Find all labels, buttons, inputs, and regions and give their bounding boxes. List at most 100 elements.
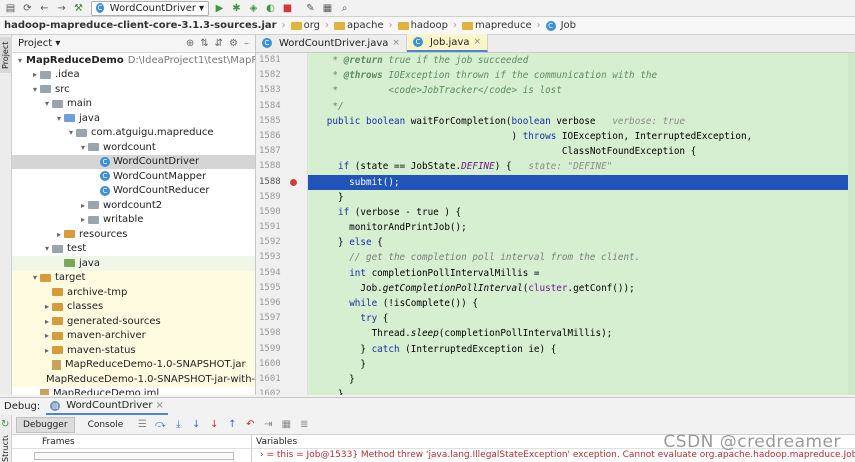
code-line[interactable]: if (verbose - true ) { [308,205,855,220]
tree-item[interactable]: C WordCountDriver [12,154,255,169]
editor-scrollbar[interactable] [848,53,855,395]
chevron-right-icon[interactable]: ▸ [54,230,64,239]
tree-item[interactable]: java [12,256,255,271]
breadcrumb-apache[interactable]: apache [334,20,384,31]
structure-tool-tab[interactable]: Structure [0,435,12,462]
chevron-down-icon[interactable]: ▾ [54,114,64,123]
breadcrumb-jar[interactable]: hadoop-mapreduce-client-core-3.1.3-sourc… [4,20,277,31]
code-line[interactable]: int completionPollIntervalMillis = [308,266,855,281]
gear-icon[interactable]: ⚙ [229,38,238,49]
thread-selector[interactable] [34,452,234,460]
tree-item[interactable]: MapReduceDemo-1.0-SNAPSHOT-jar-with-d [12,372,255,387]
debug-icon[interactable]: ✱ [230,2,243,15]
tree-item[interactable]: archive-tmp [12,285,255,300]
tree-item[interactable]: MapReduceDemo-1.0-SNAPSHOT.jar [12,357,255,372]
code-line[interactable]: ClassNotFoundException { [308,144,855,159]
menu-icon[interactable]: ☰ [136,419,148,431]
code-line[interactable]: if (state == JobState.DEFINE) { state: "… [308,159,855,174]
search-icon[interactable]: ⌕ [338,2,351,15]
tab-console[interactable]: Console [81,417,131,433]
code-line[interactable]: } [308,387,855,395]
tree-item[interactable]: ▾ wordcount [12,140,255,155]
tree-item[interactable]: ▸ resources [12,227,255,242]
tree-item[interactable]: ▸ maven-status [12,343,255,358]
code-line[interactable]: * @throws IOException thrown if the comm… [308,68,855,83]
minimize-icon[interactable]: – [244,38,249,49]
tree-item[interactable]: ▸ wordcount2 [12,198,255,213]
code-line[interactable]: while (!isComplete()) { [308,296,855,311]
tree-item[interactable]: ▸ .idea [12,68,255,83]
breadcrumb-hadoop[interactable]: hadoop [397,20,448,31]
code-line[interactable]: * @return true if the job succeeded [308,53,855,68]
collapse-icon[interactable]: ⇵ [215,38,223,49]
code-line[interactable]: } [308,372,855,387]
tree-item[interactable]: ▾ com.atguigu.mapreduce [12,126,255,141]
chevron-right-icon[interactable]: ▸ [42,302,52,311]
code-editor[interactable]: * @return true if the job succeeded * @t… [308,53,855,395]
chevron-down-icon[interactable]: ▾ [66,128,76,137]
settings-icon[interactable]: ✎ [304,2,317,15]
show-execution-point-icon[interactable]: ⤼ [154,419,166,431]
tab-debugger[interactable]: Debugger [16,416,75,433]
tree-item[interactable]: MapReduceDemo.iml [12,387,255,395]
coverage-icon[interactable]: ◈ [247,2,260,15]
tree-item[interactable]: ▸ writable [12,213,255,228]
chevron-down-icon[interactable]: ▾ [30,273,40,282]
trace-icon[interactable]: ≣ [298,419,310,431]
force-step-into-icon[interactable]: ↓ [208,419,220,431]
chevron-down-icon[interactable]: ▾ [42,99,52,108]
breadcrumb-job[interactable]: C Job [545,20,576,31]
project-tool-tab[interactable]: Project [0,37,12,73]
breadcrumb-mapreduce[interactable]: mapreduce [462,20,532,31]
tab-job[interactable]: C Job.java × [406,34,489,52]
tree-item[interactable]: ▾ MapReduceDemoD:\IdeaProject1\test\MapRe… [12,53,255,68]
close-icon[interactable]: × [392,38,400,48]
rerun-icon[interactable]: ↻ [1,419,9,430]
chevron-down-icon[interactable]: ▾ [18,56,22,65]
project-view-selector[interactable]: Project ▾ [18,38,60,49]
run-config-selector[interactable]: C WordCountDriver ▾ [91,0,209,16]
code-line[interactable]: Thread.sleep(completionPollIntervalMilli… [308,326,855,341]
tab-wordcountdriver[interactable]: C WordCountDriver.java × [256,34,407,52]
tree-item[interactable]: ▾ java [12,111,255,126]
tree-item[interactable]: ▸ maven-archiver [12,328,255,343]
profile-icon[interactable]: ◐ [264,2,277,15]
project-structure-icon[interactable]: ▦ [321,2,334,15]
chevron-down-icon[interactable]: ▾ [78,143,88,152]
code-line[interactable]: // get the completion poll interval from… [308,250,855,265]
tree-item[interactable]: C WordCountMapper [12,169,255,184]
tree-item[interactable]: ▸ classes [12,299,255,314]
code-line[interactable]: submit(); [308,174,855,190]
code-line[interactable]: Job.getCompletionPollInterval(cluster.ge… [308,281,855,296]
code-line[interactable]: } [308,190,855,205]
breadcrumb-org[interactable]: org [290,20,320,31]
sync-icon[interactable]: ⟳ [21,2,34,15]
chevron-right-icon[interactable]: ▸ [42,346,52,355]
line-number-gutter[interactable]: 1581 1582 1583 1584 1585 1586 1587 1588 1588 1589… [256,53,308,395]
locate-icon[interactable]: ⊕ [186,38,194,49]
code-line[interactable]: try { [308,311,855,326]
debug-session-tab[interactable]: ▤ WordCountDriver × [46,399,168,415]
close-icon[interactable]: × [155,400,163,411]
chevron-right-icon[interactable]: ▸ [30,70,40,79]
run-icon[interactable]: ▶ [213,2,226,15]
drop-frame-icon[interactable]: ↶ [244,419,256,431]
breakpoint-icon[interactable] [289,177,298,187]
chevron-right-icon[interactable]: ▸ [78,201,88,210]
step-out-icon[interactable]: ↑ [226,419,238,431]
code-line[interactable]: * <code>JobTracker</code> is lost [308,83,855,98]
chevron-down-icon[interactable]: ▾ [42,244,52,253]
tree-item[interactable]: C WordCountReducer [12,184,255,199]
code-line[interactable]: */ [308,99,855,114]
evaluate-icon[interactable]: ▦ [280,419,292,431]
forward-icon[interactable]: → [55,2,68,15]
code-line[interactable]: monitorAndPrintJob(); [308,220,855,235]
code-line[interactable]: } else { [308,235,855,250]
step-over-icon[interactable]: ⤓ [172,419,184,431]
tree-item[interactable]: ▸ generated-sources [12,314,255,329]
back-icon[interactable]: ← [38,2,51,15]
chevron-right-icon[interactable]: ▸ [42,317,52,326]
chevron-down-icon[interactable]: ▾ [30,85,40,94]
step-into-icon[interactable]: ↓ [190,419,202,431]
tree-item[interactable]: ▾ main [12,97,255,112]
